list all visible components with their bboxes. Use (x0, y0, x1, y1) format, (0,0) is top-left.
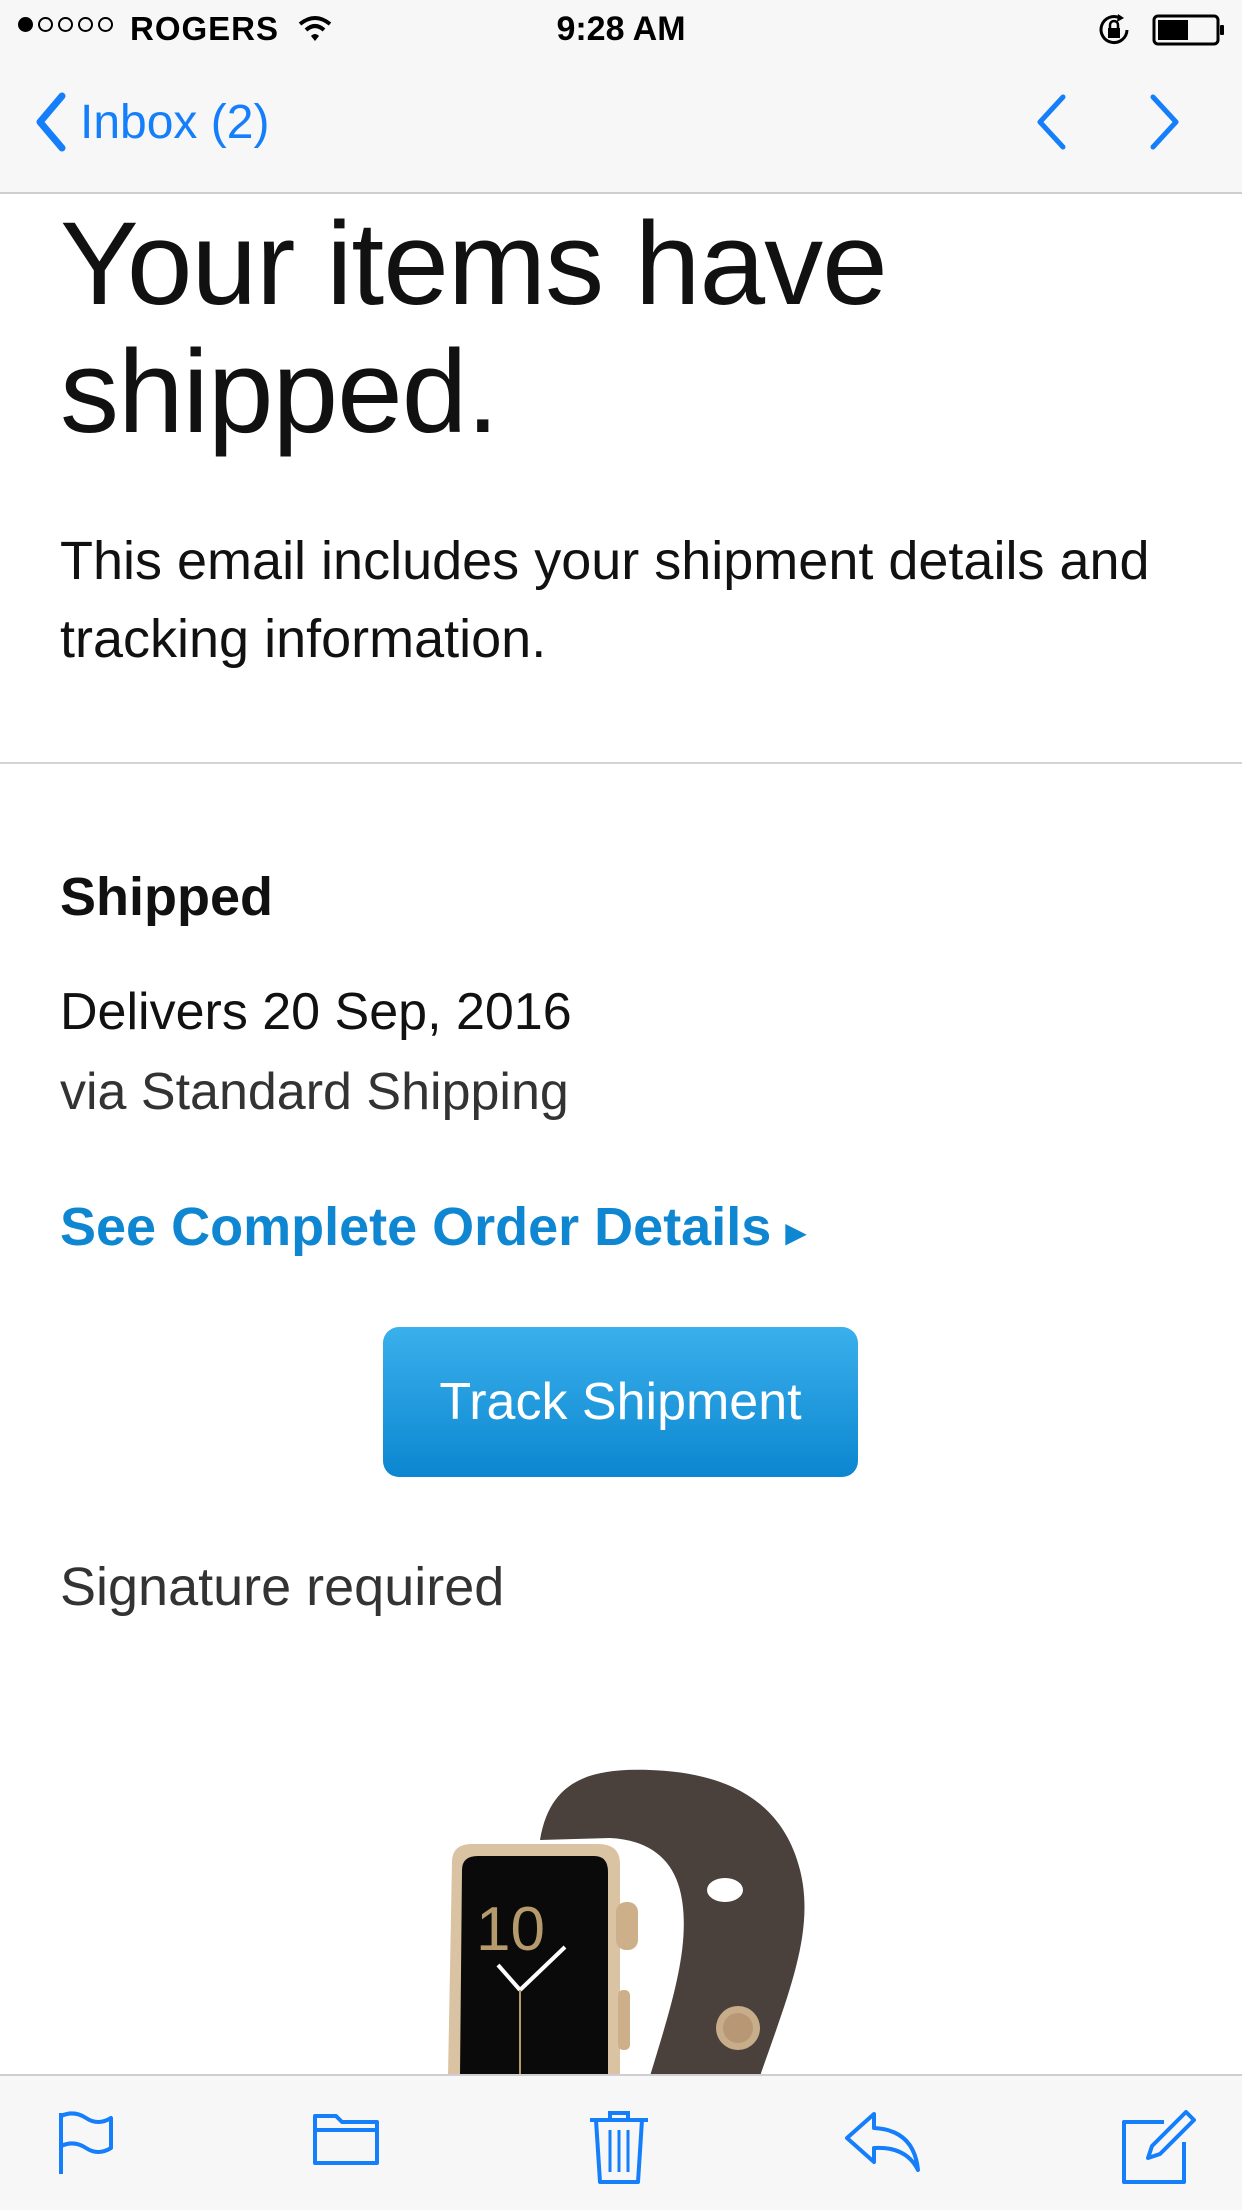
folder-icon[interactable] (312, 2110, 380, 2166)
email-headline: Your items have shipped. (60, 198, 888, 458)
rotation-lock-icon (1099, 14, 1129, 45)
order-details-link[interactable]: See Complete Order Details ▶ (60, 1196, 807, 1258)
shipping-method: via Standard Shipping (60, 1063, 569, 1121)
battery-icon (1152, 14, 1224, 46)
shipment-status-title: Shipped (60, 867, 273, 927)
previous-message-button[interactable] (1034, 92, 1068, 152)
navigation-bar: Inbox (2) (0, 62, 1242, 194)
reply-icon[interactable] (844, 2110, 922, 2172)
svg-text:10: 10 (476, 1895, 545, 1964)
next-message-button[interactable] (1148, 92, 1182, 152)
caret-right-icon: ▶ (785, 1216, 807, 1248)
status-bar: ROGERS 9:28 AM (0, 0, 1242, 62)
track-shipment-button[interactable]: Track Shipment (383, 1327, 858, 1477)
clock: 9:28 AM (556, 10, 686, 48)
chevron-left-icon (36, 92, 66, 152)
apple-watch-product-image: 10 (448, 1769, 805, 2076)
email-intro: This email includes your shipment detail… (60, 531, 1150, 669)
back-to-inbox-button[interactable]: Inbox (2) (36, 92, 269, 152)
order-details-link-label: See Complete Order Details (60, 1197, 772, 1257)
section-divider (0, 762, 1242, 764)
compose-icon[interactable] (1120, 2110, 1196, 2186)
bottom-toolbar (0, 2074, 1242, 2210)
flag-icon[interactable] (56, 2110, 116, 2176)
signature-note: Signature required (60, 1557, 505, 1617)
back-button-label: Inbox (2) (80, 95, 270, 149)
delivery-date: Delivers 20 Sep, 2016 (60, 983, 572, 1041)
trash-icon[interactable] (588, 2110, 650, 2184)
